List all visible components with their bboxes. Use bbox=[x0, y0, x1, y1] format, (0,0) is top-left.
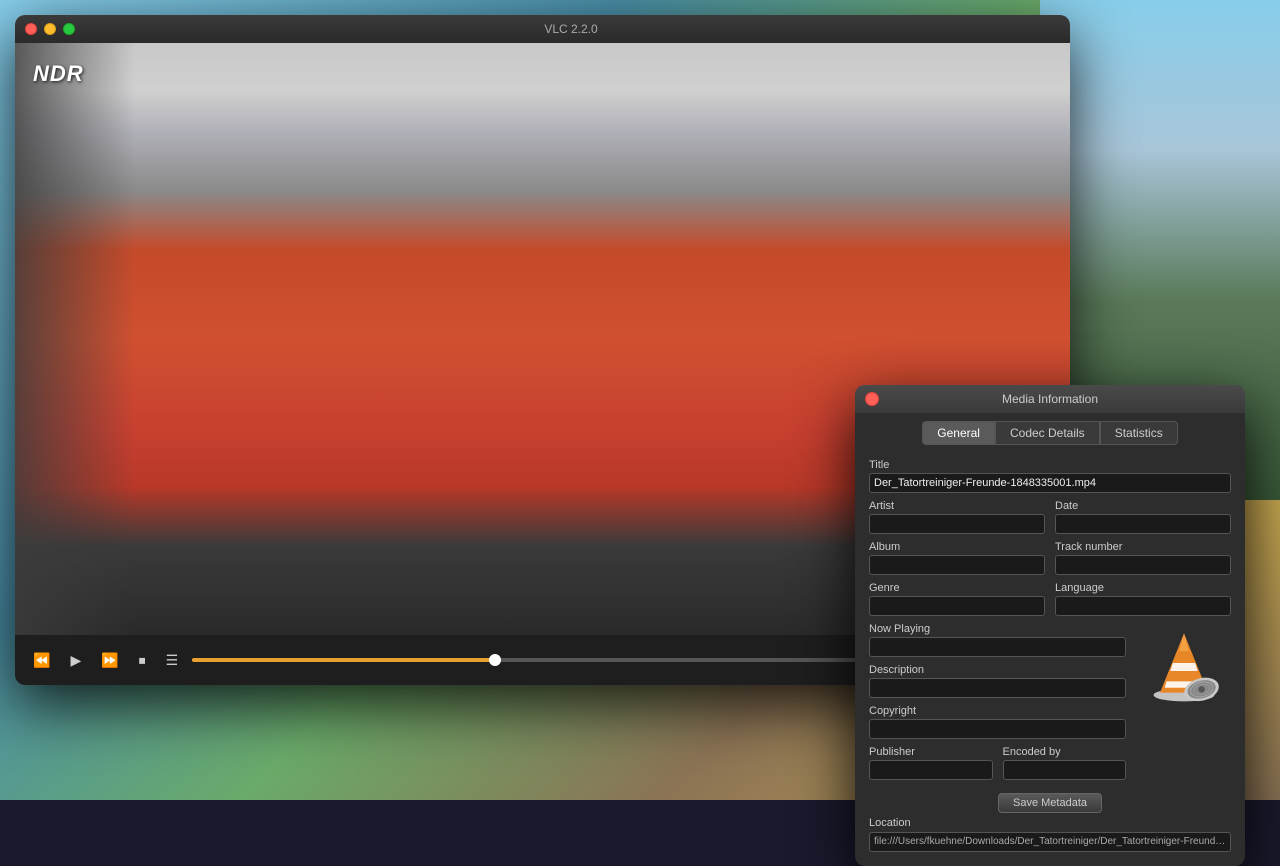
genre-input[interactable] bbox=[869, 596, 1045, 616]
play-button[interactable]: ▶ bbox=[64, 648, 87, 673]
media-info-dialog: Media Information General Codec Details … bbox=[855, 385, 1245, 866]
vlc-titlebar: VLC 2.2.0 bbox=[15, 15, 1070, 43]
location-section: Location bbox=[869, 817, 1231, 852]
album-track-row: Album Track number bbox=[869, 541, 1231, 575]
dialog-tabs: General Codec Details Statistics bbox=[855, 413, 1245, 451]
genre-label: Genre bbox=[869, 582, 1045, 594]
title-row: Title bbox=[869, 459, 1231, 493]
encoded-by-label: Encoded by bbox=[1003, 746, 1127, 758]
copyright-row: Copyright bbox=[869, 705, 1126, 739]
progress-fill bbox=[192, 658, 495, 662]
album-group: Album bbox=[869, 541, 1045, 575]
publisher-group: Publisher bbox=[869, 746, 993, 780]
dialog-titlebar: Media Information bbox=[855, 385, 1245, 413]
language-group: Language bbox=[1055, 582, 1231, 616]
language-input[interactable] bbox=[1055, 596, 1231, 616]
tab-general[interactable]: General bbox=[922, 421, 995, 445]
encoded-by-group: Encoded by bbox=[1003, 746, 1127, 780]
date-input[interactable] bbox=[1055, 514, 1231, 534]
left-fields: Now Playing Description Copyright Publis… bbox=[869, 623, 1126, 787]
dialog-body: Title Artist Date Album Track number bbox=[855, 451, 1245, 866]
encoded-by-input[interactable] bbox=[1003, 760, 1127, 780]
track-number-input[interactable] bbox=[1055, 555, 1231, 575]
window-title: VLC 2.2.0 bbox=[82, 22, 1060, 36]
now-playing-input[interactable] bbox=[869, 637, 1126, 657]
stop-button[interactable]: ⏹ bbox=[133, 648, 152, 673]
copyright-label: Copyright bbox=[869, 705, 1126, 717]
tab-statistics[interactable]: Statistics bbox=[1100, 421, 1178, 445]
date-label: Date bbox=[1055, 500, 1231, 512]
artist-date-row: Artist Date bbox=[869, 500, 1231, 534]
save-metadata-button[interactable]: Save Metadata bbox=[998, 793, 1102, 813]
genre-group: Genre bbox=[869, 582, 1045, 616]
title-label: Title bbox=[869, 459, 1231, 471]
rewind-button[interactable]: ⏪ bbox=[27, 648, 56, 673]
copyright-input[interactable] bbox=[869, 719, 1126, 739]
album-input[interactable] bbox=[869, 555, 1045, 575]
language-label: Language bbox=[1055, 582, 1231, 594]
location-label: Location bbox=[869, 817, 1231, 829]
genre-language-row: Genre Language bbox=[869, 582, 1231, 616]
artist-input[interactable] bbox=[869, 514, 1045, 534]
ndr-logo: NDR bbox=[33, 61, 84, 87]
dialog-close-button[interactable] bbox=[865, 392, 879, 406]
bottom-section: Now Playing Description Copyright Publis… bbox=[869, 623, 1231, 787]
publisher-label: Publisher bbox=[869, 746, 993, 758]
artist-group: Artist bbox=[869, 500, 1045, 534]
publisher-encoded-row: Publisher Encoded by bbox=[869, 746, 1126, 780]
now-playing-row: Now Playing bbox=[869, 623, 1126, 657]
publisher-input[interactable] bbox=[869, 760, 993, 780]
now-playing-label: Now Playing bbox=[869, 623, 1126, 635]
maximize-button[interactable] bbox=[63, 23, 75, 35]
progress-knob[interactable] bbox=[489, 654, 501, 666]
vlc-logo-area bbox=[1136, 627, 1231, 707]
playlist-button[interactable]: ☰ bbox=[160, 648, 185, 673]
minimize-button[interactable] bbox=[44, 23, 56, 35]
fast-forward-button[interactable]: ⏩ bbox=[95, 648, 124, 673]
date-group: Date bbox=[1055, 500, 1231, 534]
title-input[interactable] bbox=[869, 473, 1231, 493]
track-number-label: Track number bbox=[1055, 541, 1231, 553]
track-number-group: Track number bbox=[1055, 541, 1231, 575]
dialog-title: Media Information bbox=[879, 392, 1221, 406]
tab-codec-details[interactable]: Codec Details bbox=[995, 421, 1100, 445]
video-overlay-left bbox=[15, 43, 135, 635]
description-row: Description bbox=[869, 664, 1126, 698]
description-input[interactable] bbox=[869, 678, 1126, 698]
artist-label: Artist bbox=[869, 500, 1045, 512]
close-button[interactable] bbox=[25, 23, 37, 35]
location-input[interactable] bbox=[869, 832, 1231, 852]
description-label: Description bbox=[869, 664, 1126, 676]
vlc-logo bbox=[1144, 627, 1224, 707]
album-label: Album bbox=[869, 541, 1045, 553]
